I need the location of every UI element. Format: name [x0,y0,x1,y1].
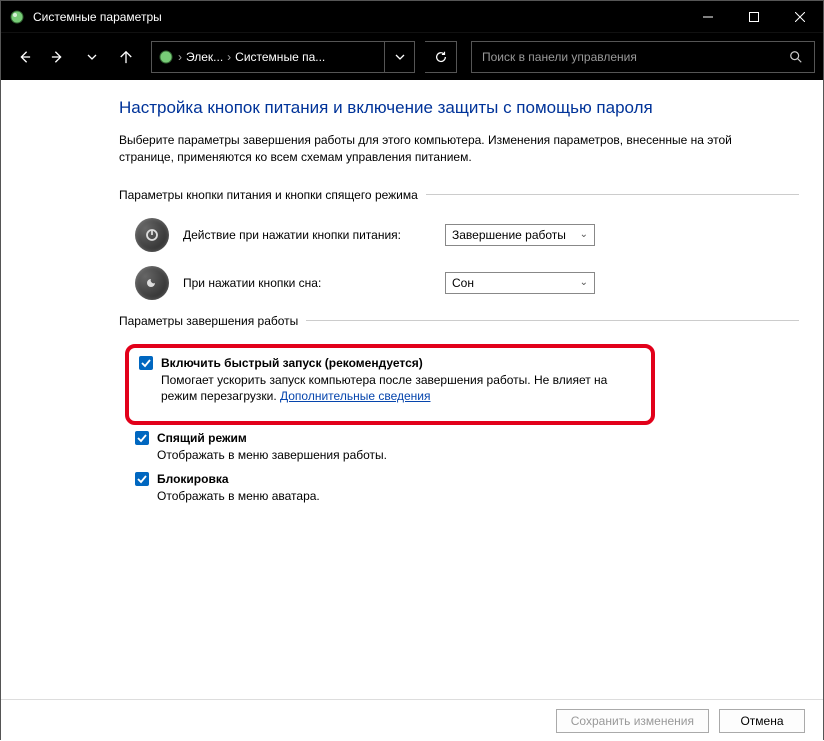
maximize-button[interactable] [731,1,777,32]
breadcrumb[interactable]: › Элек... › Системные па... [151,41,415,73]
sleep-button-action-select[interactable]: Сон ⌄ [445,272,595,294]
fast-startup-description: Помогает ускорить запуск компьютера посл… [139,372,641,406]
chevron-down-icon: ⌄ [580,277,588,288]
page-title: Настройка кнопок питания и включение защ… [119,98,799,118]
fast-startup-label: Включить быстрый запуск (рекомендуется) [161,356,423,370]
sleep-menu-description: Отображать в меню завершения работы. [135,447,755,464]
minimize-button[interactable] [685,1,731,32]
page-description: Выберите параметры завершения работы для… [119,132,759,166]
window-title: Системные параметры [33,10,685,24]
chevron-down-icon: ⌄ [580,229,588,240]
divider [426,194,799,195]
refresh-button[interactable] [425,41,457,73]
section-header: Параметры кнопки питания и кнопки спящег… [119,188,418,202]
sleep-button-action-label: При нажатии кнопки сна: [183,276,445,290]
app-icon [9,9,25,25]
annotation-highlight: Включить быстрый запуск (рекомендуется) … [125,344,655,426]
close-button[interactable] [777,1,823,32]
chevron-right-icon: › [227,50,231,64]
breadcrumb-item[interactable]: Элек... [186,50,223,64]
power-icon [135,218,169,252]
search-box[interactable] [471,41,815,73]
recent-dropdown[interactable] [77,42,107,72]
save-button[interactable]: Сохранить изменения [556,709,709,733]
lock-menu-checkbox[interactable] [135,472,149,486]
sleep-menu-label: Спящий режим [157,431,247,445]
power-button-action-label: Действие при нажатии кнопки питания: [183,228,445,242]
section-header: Параметры завершения работы [119,314,298,328]
search-input[interactable] [480,49,786,65]
search-icon[interactable] [786,50,806,64]
up-button[interactable] [111,42,141,72]
breadcrumb-icon [158,49,174,65]
lock-menu-description: Отображать в меню аватара. [135,488,755,505]
divider [306,320,799,321]
fast-startup-checkbox[interactable] [139,356,153,370]
lock-menu-label: Блокировка [157,472,229,486]
sleep-menu-checkbox[interactable] [135,431,149,445]
back-button[interactable] [9,42,39,72]
more-info-link[interactable]: Дополнительные сведения [280,389,430,403]
breadcrumb-dropdown[interactable] [384,42,414,72]
power-button-action-select[interactable]: Завершение работы ⌄ [445,224,595,246]
breadcrumb-item[interactable]: Системные па... [235,50,325,64]
sleep-icon [135,266,169,300]
chevron-right-icon: › [178,50,182,64]
cancel-button[interactable]: Отмена [719,709,805,733]
forward-button[interactable] [43,42,73,72]
